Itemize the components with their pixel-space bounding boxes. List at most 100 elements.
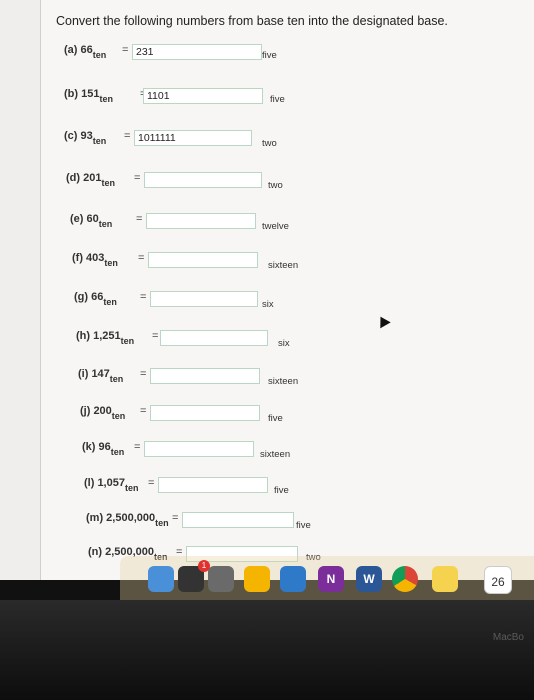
- question-label: (b) 151ten: [64, 88, 113, 104]
- base-ten-subscript: ten: [111, 411, 126, 421]
- question-number: (d) 201: [66, 172, 102, 184]
- base-ten-subscript: ten: [109, 374, 124, 384]
- question-row: (a) 66ten = 231 five: [0, 44, 534, 74]
- question-label: (k) 96ten: [82, 441, 124, 457]
- question-label: (e) 60ten: [70, 213, 112, 229]
- question-row: (g) 66ten = six: [0, 291, 534, 321]
- equals-sign: =: [140, 368, 147, 380]
- question-row: (b) 151ten=1101five: [0, 88, 534, 118]
- answer-input[interactable]: [150, 368, 260, 384]
- question-number: (c) 93: [64, 130, 93, 142]
- equals-sign: =: [152, 330, 159, 342]
- answer-input[interactable]: 231: [132, 44, 262, 60]
- answer-input[interactable]: [182, 512, 294, 528]
- target-base-label: five: [296, 520, 311, 531]
- equals-sign: =: [172, 512, 179, 524]
- question-row: (k) 96ten = sixteen: [0, 441, 534, 471]
- answer-input[interactable]: [150, 405, 260, 421]
- base-ten-subscript: ten: [98, 219, 113, 229]
- answer-input[interactable]: [158, 477, 268, 493]
- base-ten-subscript: ten: [110, 447, 125, 457]
- presentation-icon[interactable]: [280, 566, 306, 592]
- answer-input[interactable]: [144, 172, 262, 188]
- instructions: Convert the following numbers from base …: [56, 14, 448, 28]
- onenote-icon[interactable]: N: [318, 566, 344, 592]
- question-number: (j) 200: [80, 405, 112, 417]
- word-icon[interactable]: W: [356, 566, 382, 592]
- question-label: (a) 66ten: [64, 44, 106, 60]
- equals-sign: =: [140, 405, 147, 417]
- stickies-icon[interactable]: [432, 566, 458, 592]
- question-label: (g) 66ten: [74, 291, 117, 307]
- finder-icon[interactable]: [148, 566, 174, 592]
- base-ten-subscript: ten: [103, 297, 117, 307]
- base-ten-subscript: ten: [124, 483, 139, 493]
- question-number: (b) 151: [64, 88, 100, 100]
- answer-input[interactable]: [160, 330, 268, 346]
- equals-sign: =: [134, 172, 141, 184]
- base-ten-subscript: ten: [104, 258, 118, 268]
- question-row: (j) 200ten = five: [0, 405, 534, 435]
- question-row: (m) 2,500,000ten = five: [0, 512, 534, 542]
- question-number: (m) 2,500,000: [86, 512, 156, 524]
- question-row: (d) 201ten = two: [0, 172, 534, 202]
- target-base-label: sixteen: [260, 449, 291, 460]
- question-row: (c) 93ten = 1011111 two: [0, 130, 534, 160]
- answer-input[interactable]: [144, 441, 254, 457]
- question-number: (h) 1,251: [76, 330, 121, 342]
- question-row: (l) 1,057ten = five: [0, 477, 534, 507]
- question-row: (h) 1,251ten = six: [0, 330, 534, 360]
- equals-sign: =: [134, 441, 141, 453]
- question-number: (i) 147: [78, 368, 110, 380]
- laptop-bezel: [0, 600, 534, 700]
- equals-sign: =: [148, 477, 155, 489]
- question-row: (i) 147ten = sixteen: [0, 368, 534, 398]
- question-row: (f) 403ten = sixteen: [0, 252, 534, 282]
- target-base-label: six: [278, 338, 290, 349]
- calendar-icon[interactable]: 26: [484, 566, 512, 594]
- question-row: (e) 60ten = twelve: [0, 213, 534, 243]
- question-label: (d) 201ten: [66, 172, 115, 188]
- base-ten-subscript: ten: [120, 336, 135, 346]
- answer-input[interactable]: [148, 252, 258, 268]
- question-label: (j) 200ten: [80, 405, 125, 421]
- target-base-label: six: [262, 299, 274, 310]
- equals-sign: =: [124, 130, 131, 142]
- notification-badge: 1: [198, 560, 210, 572]
- question-label: (c) 93ten: [64, 130, 106, 146]
- base-ten-subscript: ten: [155, 518, 169, 528]
- equals-sign: =: [138, 252, 145, 264]
- answer-input[interactable]: 1101: [143, 88, 263, 104]
- chrome-icon[interactable]: [392, 566, 418, 592]
- target-base-label: five: [262, 50, 277, 61]
- target-base-label: sixteen: [268, 260, 299, 271]
- answer-input[interactable]: [150, 291, 258, 307]
- answer-input[interactable]: 1011111: [134, 130, 252, 146]
- target-base-label: two: [268, 180, 283, 191]
- base-ten-subscript: ten: [92, 50, 107, 60]
- answer-input[interactable]: [146, 213, 256, 229]
- question-label: (i) 147ten: [78, 368, 123, 384]
- target-base-label: two: [262, 138, 277, 149]
- target-base-label: five: [270, 94, 285, 105]
- target-base-label: five: [268, 413, 283, 424]
- question-label: (h) 1,251ten: [76, 330, 134, 346]
- equals-sign: =: [136, 213, 143, 225]
- base-ten-subscript: ten: [101, 178, 115, 188]
- equals-sign: =: [122, 44, 129, 56]
- question-number: (l) 1,057: [84, 477, 125, 489]
- question-number: (k) 96: [82, 441, 111, 453]
- target-base-label: twelve: [262, 221, 289, 232]
- base-ten-subscript: ten: [99, 94, 113, 104]
- question-number: (e) 60: [70, 213, 99, 225]
- target-base-label: sixteen: [268, 376, 299, 387]
- question-number: (a) 66: [64, 44, 93, 56]
- slides-icon[interactable]: [244, 566, 270, 592]
- equals-sign: =: [140, 291, 147, 303]
- question-label: (f) 403ten: [72, 252, 118, 268]
- question-number: (f) 403: [72, 252, 105, 264]
- macbook-label: MacBo: [492, 632, 524, 643]
- target-base-label: five: [274, 485, 289, 496]
- question-label: (l) 1,057ten: [84, 477, 138, 493]
- launchpad-icon[interactable]: [208, 566, 234, 592]
